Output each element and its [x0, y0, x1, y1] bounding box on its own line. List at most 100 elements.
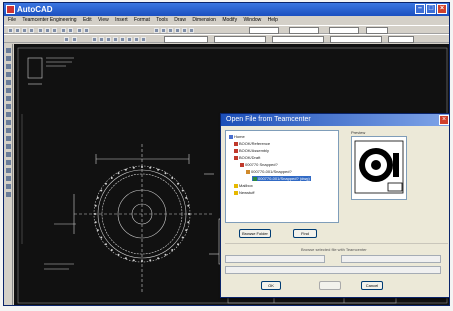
dwg-file-icon: [253, 176, 257, 181]
print-icon[interactable]: [29, 28, 34, 33]
zoom-window-icon[interactable]: [154, 28, 159, 33]
construction-line-icon[interactable]: [6, 56, 11, 61]
text-style-select[interactable]: [249, 27, 279, 34]
layer-color-icon[interactable]: [113, 37, 118, 42]
zoom-icon[interactable]: [84, 28, 89, 33]
title-bar[interactable]: AutoCAD – □ ×: [4, 3, 449, 16]
layer-on-icon[interactable]: [92, 37, 97, 42]
design-center-icon[interactable]: [175, 28, 180, 33]
menu-help[interactable]: Help: [268, 17, 278, 23]
spline-icon[interactable]: [6, 112, 11, 117]
properties-icon[interactable]: [168, 28, 173, 33]
ok-button[interactable]: OK: [261, 281, 281, 290]
linetype-select[interactable]: [272, 36, 324, 43]
menu-window[interactable]: Window: [243, 17, 261, 23]
circle-icon[interactable]: [6, 96, 11, 101]
open-file-dialog: Open File from Teamcenter × Home BOOK/Re…: [220, 113, 449, 298]
dialog-close-icon[interactable]: ×: [439, 115, 449, 125]
tree-item-assembly[interactable]: BOOK/Assembly: [234, 148, 269, 153]
gear-tooth: [187, 221, 190, 224]
insert-block-icon[interactable]: [6, 136, 11, 141]
layer-match-icon[interactable]: [134, 37, 139, 42]
folder-tree[interactable]: Home BOOK/Reference BOOK/Assembly BOOK/D…: [225, 130, 339, 223]
color-select[interactable]: [214, 36, 266, 43]
layer-manager-icon[interactable]: [64, 37, 69, 42]
layer-state-icon[interactable]: [72, 37, 77, 42]
tree-item-mailbox[interactable]: Mailbox: [234, 183, 253, 188]
rectangle-icon[interactable]: [6, 80, 11, 85]
gear-tooth: [141, 166, 143, 168]
arc-icon[interactable]: [6, 88, 11, 93]
new-icon[interactable]: [8, 28, 13, 33]
lineweight-select[interactable]: [330, 36, 382, 43]
point-icon[interactable]: [6, 152, 11, 157]
menu-dimension[interactable]: Dimension: [192, 17, 216, 23]
cut-icon[interactable]: [38, 28, 43, 33]
tree-item-home[interactable]: Home: [229, 134, 245, 139]
tree-item-draft[interactable]: BOOK/Draft: [234, 155, 260, 160]
region-icon[interactable]: [6, 176, 11, 181]
layer-lock-icon[interactable]: [106, 37, 111, 42]
undo-icon[interactable]: [61, 28, 66, 33]
pan-icon[interactable]: [77, 28, 82, 33]
item-id-field[interactable]: [225, 255, 325, 263]
browse-folder-button[interactable]: Browse Folder: [239, 229, 271, 238]
standard-select[interactable]: [366, 27, 388, 34]
dialog-title: Open File from Teamcenter: [221, 114, 449, 126]
dataset-field[interactable]: [225, 266, 441, 274]
revision-cloud-icon[interactable]: [6, 104, 11, 109]
menu-file[interactable]: File: [8, 17, 16, 23]
menu-modify[interactable]: Modify: [222, 17, 237, 23]
polygon-icon[interactable]: [6, 72, 11, 77]
ellipse-arc-icon[interactable]: [6, 128, 11, 133]
tree-item-newstuff[interactable]: Newstuff: [234, 190, 255, 195]
cancel-button[interactable]: Cancel: [361, 281, 383, 290]
ellipse-icon[interactable]: [6, 120, 11, 125]
dim-style-select[interactable]: [289, 27, 319, 34]
find-button[interactable]: Find: [293, 229, 317, 238]
tree-item-reference[interactable]: BOOK/Reference: [234, 141, 270, 146]
gear-tooth: [94, 221, 97, 224]
open-icon[interactable]: [15, 28, 20, 33]
help-icon[interactable]: [189, 28, 194, 33]
menu-view[interactable]: View: [98, 17, 109, 23]
menu-format[interactable]: Format: [134, 17, 150, 23]
gear-tooth: [132, 259, 135, 262]
save-icon[interactable]: [22, 28, 27, 33]
paste-icon[interactable]: [52, 28, 57, 33]
table-style-select[interactable]: [329, 27, 359, 34]
polyline-icon[interactable]: [6, 64, 11, 69]
zoom-previous-icon[interactable]: [161, 28, 166, 33]
copy-icon[interactable]: [45, 28, 50, 33]
menu-tools[interactable]: Tools: [156, 17, 168, 23]
hatch-icon[interactable]: [6, 160, 11, 165]
layer-freeze-icon[interactable]: [99, 37, 104, 42]
tree-item-dwg-selected[interactable]: 000770-001/Snapped? (dwg): [252, 176, 311, 181]
layer-previous-icon[interactable]: [127, 37, 132, 42]
tool-palettes-icon[interactable]: [182, 28, 187, 33]
make-current-icon[interactable]: [120, 37, 125, 42]
menu-draw[interactable]: Draw: [174, 17, 186, 23]
drawing-canvas[interactable]: Open File from Teamcenter × Home BOOK/Re…: [14, 44, 449, 305]
item-icon: [234, 148, 238, 153]
close-icon[interactable]: ×: [437, 4, 447, 14]
layer-isolate-icon[interactable]: [141, 37, 146, 42]
gear-tooth: [171, 249, 174, 251]
line-icon[interactable]: [6, 48, 11, 53]
multiline-text-icon[interactable]: [6, 192, 11, 197]
tree-item-revision[interactable]: 000770 Snapped?: [240, 162, 278, 167]
menu-edit[interactable]: Edit: [83, 17, 92, 23]
gradient-icon[interactable]: [6, 168, 11, 173]
redo-icon[interactable]: [68, 28, 73, 33]
plot-style-select[interactable]: [388, 36, 414, 43]
make-block-icon[interactable]: [6, 144, 11, 149]
gear-tooth: [157, 257, 160, 260]
maximize-icon[interactable]: □: [426, 4, 436, 14]
tree-item-dataset[interactable]: 000770-001/Snapped?: [246, 169, 292, 174]
table-icon[interactable]: [6, 184, 11, 189]
revision-field[interactable]: [341, 255, 441, 263]
minimize-icon[interactable]: –: [415, 4, 425, 14]
menu-teamcenter[interactable]: Teamcenter Engineering: [22, 17, 76, 23]
layer-select[interactable]: [164, 36, 208, 43]
menu-insert[interactable]: Insert: [115, 17, 128, 23]
